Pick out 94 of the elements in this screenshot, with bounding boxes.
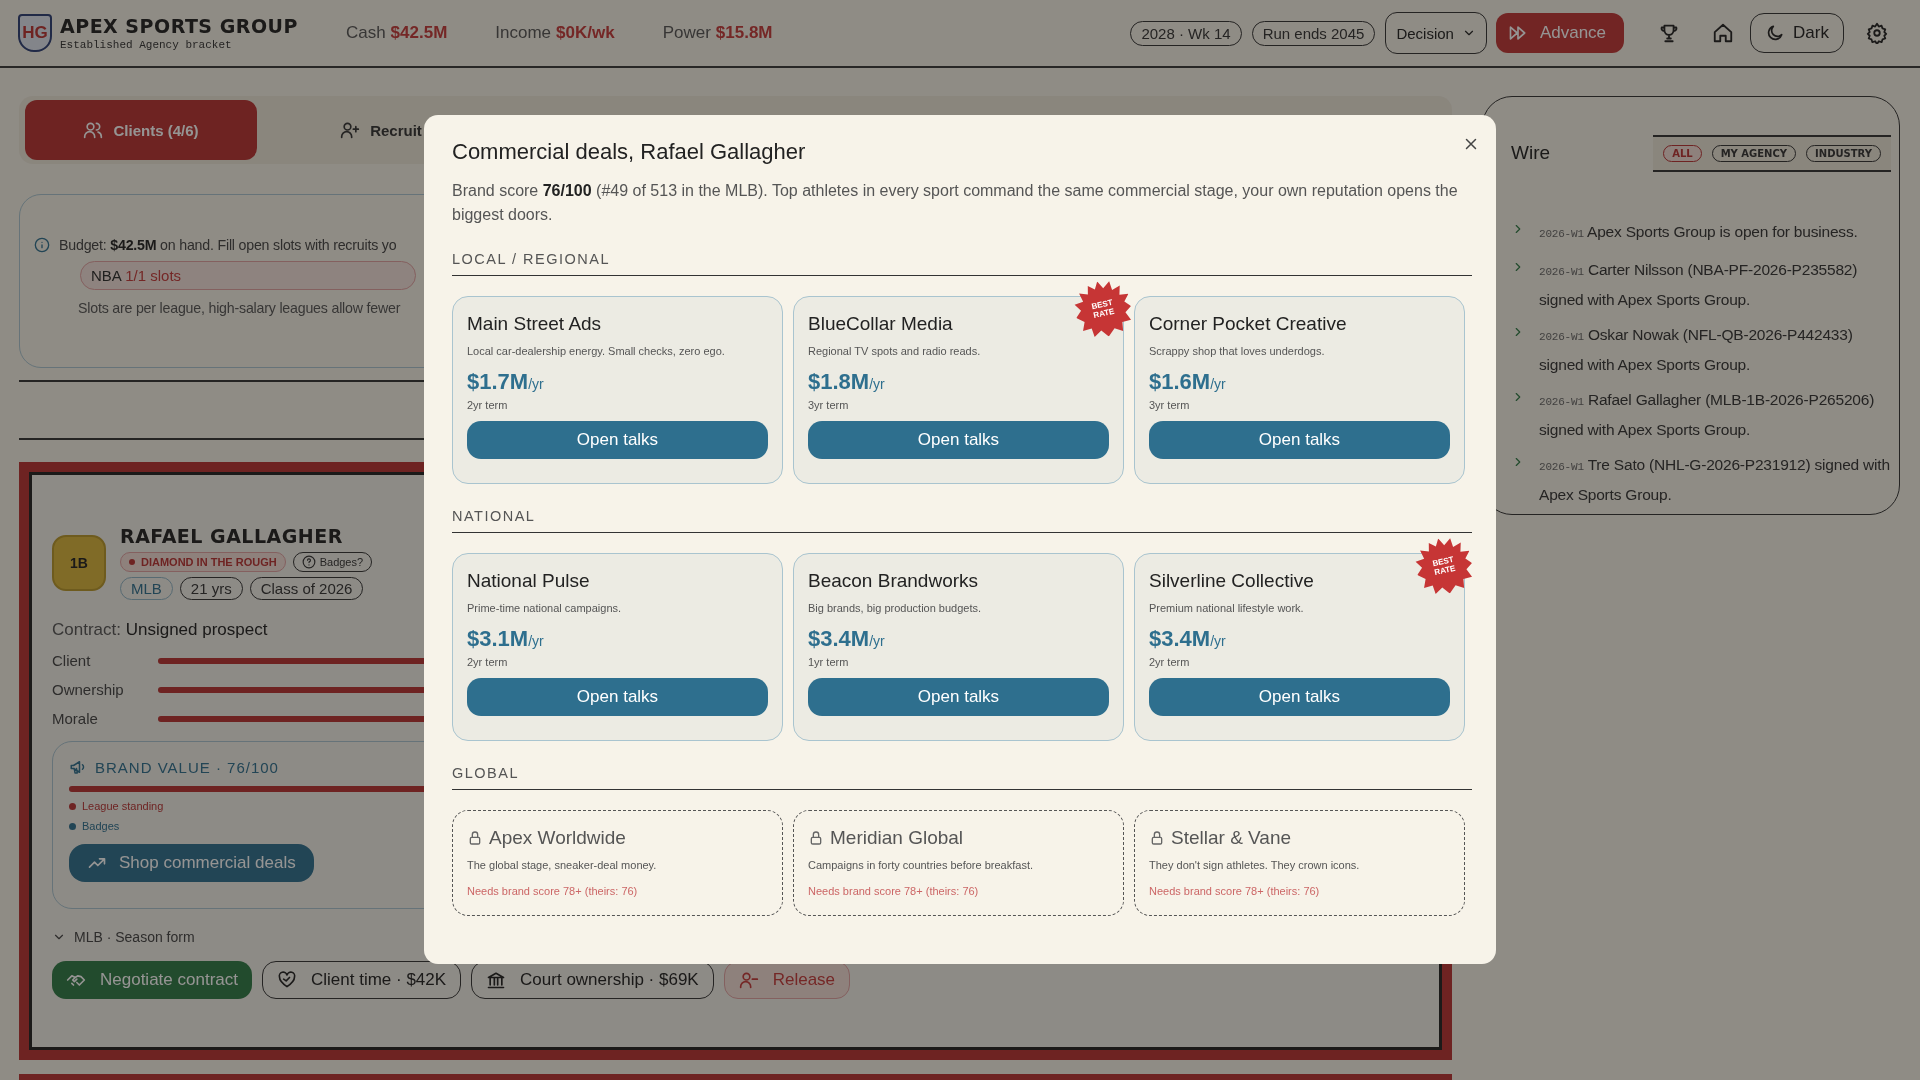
advance-button[interactable]: Advance bbox=[1495, 13, 1625, 53]
legend-label: Badges bbox=[82, 820, 120, 832]
brand-value-title: BRAND VALUE · 76/100 bbox=[95, 758, 279, 776]
player-name: RAFAEL GALLAGHER bbox=[120, 525, 344, 547]
deal-blurb: Campaigns in forty countries before breakfast. bbox=[808, 859, 1034, 871]
meter-label: Client bbox=[52, 652, 92, 669]
tier-heading: LOCAL / REGIONAL bbox=[452, 251, 1472, 276]
contract-status: Contract: Unsigned prospect bbox=[52, 620, 268, 640]
filter-tab[interactable]: ALL bbox=[1663, 144, 1702, 162]
deal-blurb: Premium national lifestyle work. bbox=[1149, 602, 1305, 614]
deal-name: Meridian Global bbox=[830, 827, 964, 849]
agency-bracket: Established Agency bracket bbox=[60, 39, 233, 51]
user-minus-icon bbox=[738, 970, 759, 990]
wire-entry: 2026-W1 Tre Sato (NHL-G-2026-P231912) signed with Apex Sports Group. bbox=[1539, 455, 1891, 505]
slots-note: Slots are per league, high-salary leagues allow fewer bbox=[78, 300, 401, 316]
deal-blurb: They don't sign athletes. They crown icons. bbox=[1149, 859, 1361, 871]
deal-price: $1.6M/yr bbox=[1149, 369, 1227, 395]
action-button[interactable]: Negotiate contract bbox=[52, 961, 252, 999]
position-badge: 1B bbox=[52, 534, 106, 591]
requirement-note: Needs brand score 78+ (theirs: 76) bbox=[808, 885, 980, 897]
requirement-note: Needs brand score 78+ (theirs: 76) bbox=[467, 885, 639, 897]
lock-icon bbox=[1149, 830, 1165, 846]
wire-entry: 2026-W1 Apex Sports Group is open for business. bbox=[1539, 222, 1858, 242]
wire-entry: 2026-W1 Rafael Gallagher (MLB-1B-2026-P265206) signed with Apex Sports Group. bbox=[1539, 390, 1876, 440]
deal-term: 2yr term bbox=[467, 399, 509, 411]
deal-name: BlueCollar Media bbox=[808, 313, 953, 335]
shop-deals-button[interactable]: Shop commercial deals bbox=[69, 844, 314, 882]
meter-label: Ownership bbox=[52, 681, 125, 698]
open-talks-button[interactable]: Open talks bbox=[467, 421, 768, 459]
deal-name: Silverline Collective bbox=[1149, 570, 1314, 592]
deal-term: 3yr term bbox=[808, 399, 850, 411]
settings-icon[interactable] bbox=[1866, 22, 1888, 44]
budget-text: Budget: $42.5M on hand. Fill open slots with recruits yo bbox=[59, 237, 397, 253]
open-talks-button[interactable]: Open talks bbox=[808, 421, 1109, 459]
wire-title: Wire bbox=[1511, 142, 1551, 164]
wire-entry: 2026-W1 Oskar Nowak (NFL-QB-2026-P442433) signed with Apex Sports Group. bbox=[1539, 325, 1854, 375]
stat-value: $15.8M bbox=[715, 23, 773, 43]
deal-blurb: Scrappy shop that loves underdogs. bbox=[1149, 345, 1326, 357]
deal-price: $3.4M/yr bbox=[1149, 626, 1227, 652]
deal-term: 2yr term bbox=[467, 656, 509, 668]
deal-name: Stellar & Vane bbox=[1171, 827, 1292, 849]
deal-blurb: Prime-time national campaigns. bbox=[467, 602, 623, 614]
trait-tag: DIAMOND IN THE ROUGH bbox=[120, 552, 286, 572]
lock-icon bbox=[467, 830, 483, 846]
shield-logo: HG bbox=[18, 14, 52, 52]
deal-term: 3yr term bbox=[1149, 399, 1191, 411]
stat-value: $0K/wk bbox=[556, 23, 615, 43]
stat-label: Income bbox=[495, 23, 552, 43]
fast-forward-icon bbox=[1507, 23, 1528, 43]
dialog-intro: Brand score 76/100 (#49 of 513 in the MLB). Top athletes in every sport command the same commercial stage, your own reputation opens the biggest doors. bbox=[452, 181, 1459, 225]
deal-price: $1.8M/yr bbox=[808, 369, 886, 395]
tier-heading: NATIONAL bbox=[452, 508, 1472, 533]
deal-name: Corner Pocket Creative bbox=[1149, 313, 1347, 335]
deal-price: $1.7M/yr bbox=[467, 369, 545, 395]
legend-label: League standing bbox=[82, 800, 164, 812]
agency-name: APEX SPORTS GROUP bbox=[60, 15, 298, 37]
stat-label: Cash bbox=[345, 23, 386, 43]
requirement-note: Needs brand score 78+ (theirs: 76) bbox=[1149, 885, 1321, 897]
deal-name: Apex Worldwide bbox=[489, 827, 626, 849]
open-talks-button[interactable]: Open talks bbox=[1149, 678, 1450, 716]
deal-blurb: Big brands, big production budgets. bbox=[808, 602, 983, 614]
deal-term: 1yr term bbox=[808, 656, 850, 668]
help-icon bbox=[301, 555, 316, 569]
stat-label: Power bbox=[662, 23, 711, 43]
megaphone-icon bbox=[69, 758, 87, 776]
deal-blurb: Regional TV spots and radio reads. bbox=[808, 345, 982, 357]
season-form-toggle[interactable]: MLB · Season form bbox=[52, 929, 1409, 945]
deal-price: $3.4M/yr bbox=[808, 626, 886, 652]
deal-blurb: The global stage, sneaker-deal money. bbox=[467, 859, 658, 871]
users-icon bbox=[83, 120, 104, 140]
meter-label: Morale bbox=[52, 710, 99, 727]
decision-dropdown[interactable]: Decision bbox=[1385, 12, 1487, 54]
slot-pill: NBA 1/1 slots bbox=[80, 261, 416, 290]
open-talks-button[interactable]: Open talks bbox=[467, 678, 768, 716]
info-icon bbox=[34, 237, 50, 253]
user-plus-icon bbox=[340, 120, 361, 140]
theme-button[interactable]: Dark bbox=[1750, 13, 1844, 53]
stat-value: $42.5M bbox=[390, 23, 448, 43]
tier-heading: GLOBAL bbox=[452, 765, 1472, 790]
deal-name: Main Street Ads bbox=[467, 313, 602, 335]
wire-entry: 2026-W1 Carter Nilsson (NBA-PF-2026-P235582) signed with Apex Sports Group. bbox=[1539, 260, 1859, 310]
dialog-title: Commercial deals, Rafael Gallagher bbox=[452, 139, 807, 165]
deal-blurb: Local car-dealership energy. Small checks, zero ego. bbox=[467, 345, 726, 357]
open-talks-button[interactable]: Open talks bbox=[1149, 421, 1450, 459]
bank-icon bbox=[486, 970, 507, 990]
deal-name: Beacon Brandworks bbox=[808, 570, 979, 592]
lock-icon bbox=[808, 830, 824, 846]
open-talks-button[interactable]: Open talks bbox=[808, 678, 1109, 716]
deal-name: National Pulse bbox=[467, 570, 590, 592]
tab[interactable]: Clients (4/6) bbox=[25, 100, 257, 160]
deal-price: $3.1M/yr bbox=[467, 626, 545, 652]
home-icon[interactable] bbox=[1712, 22, 1735, 44]
heart-icon bbox=[276, 970, 297, 990]
deal-term: 2yr term bbox=[1149, 656, 1191, 668]
